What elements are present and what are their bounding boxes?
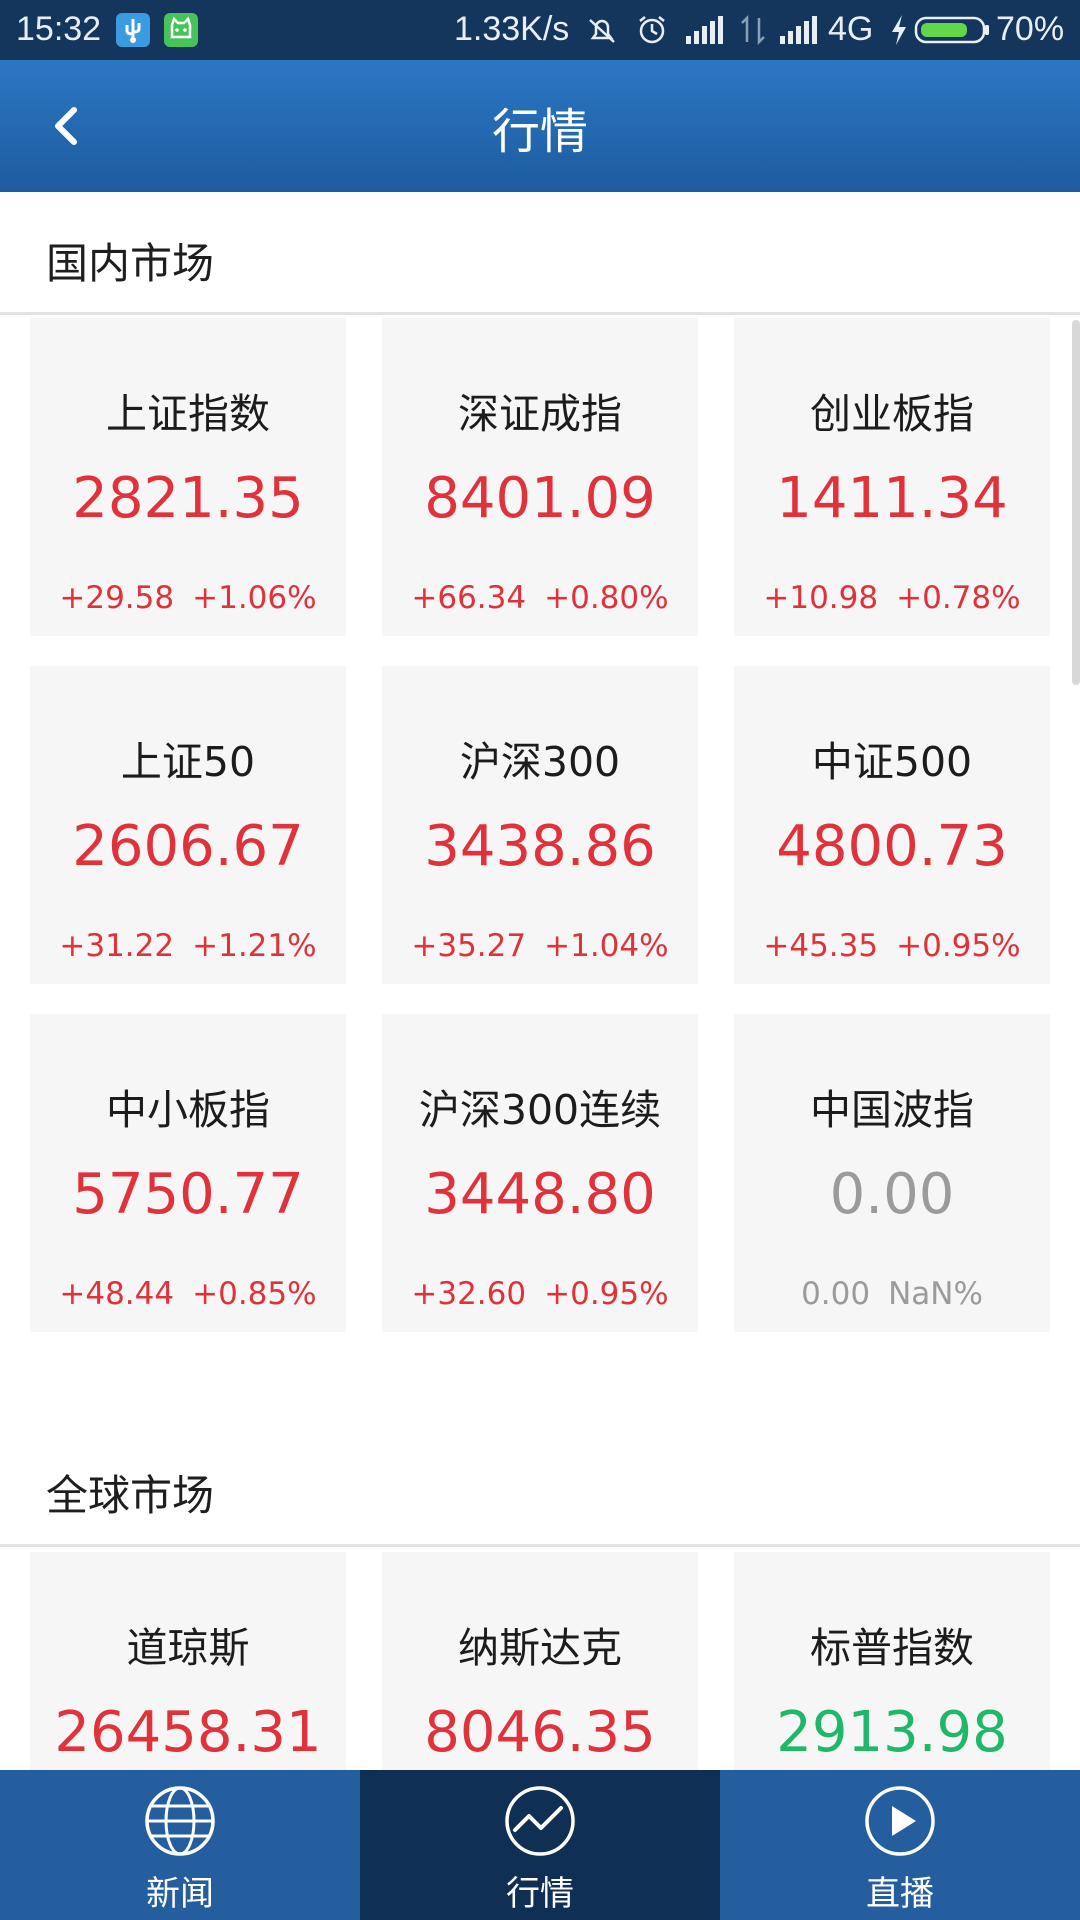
status-time: 15:32 [16,10,102,48]
index-card[interactable]: 沪深300 3438.86 +35.27 +1.04% [382,666,698,984]
index-change: +48.44 [59,1276,175,1312]
index-change-pct: +0.95% [896,928,1021,964]
index-card[interactable]: 中证500 4800.73 +45.35 +0.95% [734,666,1050,984]
scrollbar[interactable] [1072,320,1080,685]
index-change-row: +35.27 +1.04% [382,928,698,964]
index-value: 4800.73 [776,814,1008,879]
section-header-global: 全球市场 [0,1424,1080,1547]
data-arrows-icon [738,12,768,57]
usb-icon [116,13,150,47]
index-name: 上证指数 [106,390,270,438]
status-bar: 15:32 1.33K/s 4G 70% [0,0,1080,60]
index-name: 中小板指 [106,1086,270,1134]
index-change-row: +32.60 +0.95% [382,1276,698,1312]
index-value: 0.00 [829,1162,955,1227]
index-change: +66.34 [411,580,527,616]
signal-icon [778,12,818,57]
index-name: 纳斯达克 [458,1624,622,1672]
index-name: 沪深300 [459,738,621,786]
index-name: 创业板指 [810,390,974,438]
index-change-row: +48.44 +0.85% [30,1276,346,1312]
tab-live[interactable]: 直播 [720,1770,1080,1920]
index-card[interactable]: 上证指数 2821.35 +29.58 +1.06% [30,318,346,636]
mute-icon [584,12,620,57]
index-name: 中国波指 [810,1086,974,1134]
tab-label: 新闻 [146,1874,214,1914]
index-change-row: +29.58 +1.06% [30,580,346,616]
index-change-pct: NaN% [888,1276,983,1312]
index-card[interactable]: 中小板指 5750.77 +48.44 +0.85% [30,1014,346,1332]
index-value: 2606.67 [72,814,304,879]
play-icon [865,1786,935,1856]
index-card[interactable]: 创业板指 1411.34 +10.98 +0.78% [734,318,1050,636]
chart-line-icon [505,1786,575,1856]
signal-icon [684,12,724,57]
battery-icon [914,12,992,57]
index-change-pct: +0.80% [544,580,669,616]
index-value: 8046.35 [424,1700,656,1765]
index-change-row: +66.34 +0.80% [382,580,698,616]
app-bar: 行情 [0,60,1080,192]
index-change-pct: +0.95% [544,1276,669,1312]
index-change: +31.22 [59,928,175,964]
index-name: 上证50 [120,738,256,786]
section-title: 全球市场 [46,1471,215,1520]
index-value: 5750.77 [72,1162,304,1227]
alarm-icon [634,12,670,57]
index-change: +29.58 [59,580,175,616]
index-change-pct: +0.85% [192,1276,317,1312]
index-value: 3448.80 [424,1162,656,1227]
index-change-row: +45.35 +0.95% [734,928,1050,964]
section-title: 国内市场 [46,239,215,288]
index-name: 中证500 [811,738,973,786]
index-value: 26458.31 [54,1700,322,1765]
index-value: 3438.86 [424,814,656,879]
tab-news[interactable]: 新闻 [0,1770,360,1920]
index-change: +45.35 [763,928,879,964]
index-name: 沪深300连续 [418,1086,662,1134]
tab-label: 直播 [866,1874,934,1914]
index-change-row: +31.22 +1.21% [30,928,346,964]
index-name: 深证成指 [458,390,622,438]
battery-percent: 70% [996,10,1065,48]
index-change: 0.00 [801,1276,871,1312]
index-change-row: 0.00 NaN% [734,1276,1050,1312]
index-change-pct: +1.04% [544,928,669,964]
cat-app-icon [164,13,198,47]
index-change-pct: +1.21% [192,928,317,964]
network-type: 4G [828,10,874,48]
tab-label: 行情 [506,1874,574,1914]
index-card[interactable]: 中国波指 0.00 0.00 NaN% [734,1014,1050,1332]
index-value: 2821.35 [72,466,304,531]
index-change: +35.27 [411,928,527,964]
index-value: 1411.34 [776,466,1008,531]
index-change: +10.98 [763,580,879,616]
index-value: 2913.98 [776,1700,1008,1765]
index-name: 道琼斯 [126,1624,250,1672]
index-change: +32.60 [411,1276,527,1312]
index-card[interactable]: 沪深300连续 3448.80 +32.60 +0.95% [382,1014,698,1332]
charging-icon [888,12,910,57]
index-value: 8401.09 [424,466,656,531]
globe-icon [145,1786,215,1856]
index-change-pct: +0.78% [896,580,1021,616]
page-title: 行情 [491,104,588,160]
tab-market[interactable]: 行情 [360,1770,720,1920]
index-change-pct: +1.06% [192,580,317,616]
section-header-domestic: 国内市场 [0,192,1080,315]
index-change-row: +10.98 +0.78% [734,580,1050,616]
index-card[interactable]: 深证成指 8401.09 +66.34 +0.80% [382,318,698,636]
network-speed: 1.33K/s [454,10,570,48]
index-card[interactable]: 上证50 2606.67 +31.22 +1.21% [30,666,346,984]
index-name: 标普指数 [810,1624,974,1672]
bottom-nav: 新闻 行情 直播 [0,1770,1080,1920]
